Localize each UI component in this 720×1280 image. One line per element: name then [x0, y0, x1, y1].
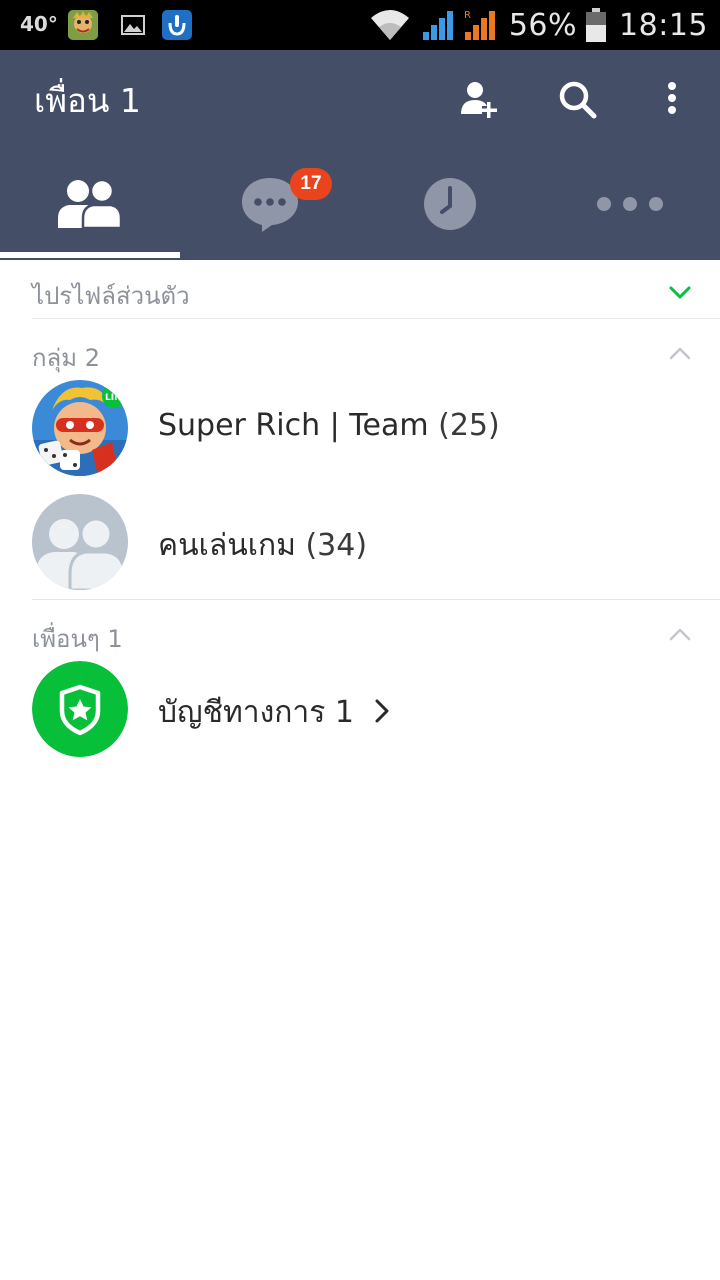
group-avatar-super-rich: LINE	[32, 380, 128, 476]
gallery-notification-icon	[118, 10, 148, 40]
tab-chats[interactable]	[180, 150, 360, 258]
more-horizontal-icon	[597, 197, 663, 211]
svg-text:R: R	[464, 10, 471, 21]
group-avatar-default	[32, 494, 128, 590]
roaming-signal-icon: R	[464, 10, 495, 40]
group-member-count: (34)	[305, 528, 368, 563]
temperature-text: 40°	[20, 12, 58, 36]
active-tab-indicator	[0, 252, 180, 258]
profile-section-header[interactable]: ไปรไฟล์ส่วนตัว	[0, 262, 720, 322]
clock-time: 18:15	[619, 7, 708, 43]
app-header: เพื่อน 1 17	[0, 50, 720, 260]
chevron-up-icon[interactable]	[668, 623, 692, 651]
status-bar: 40° R 56% 18:15	[0, 0, 720, 50]
page-title: เพื่อน 1	[34, 81, 141, 120]
groups-section-header[interactable]: กลุ่ม 2	[0, 324, 720, 384]
group-row-super-rich-team[interactable]: LINE Super Rich | Team (25)	[0, 380, 720, 492]
add-friend-button[interactable]	[458, 78, 502, 122]
divider	[32, 318, 720, 319]
add-friend-icon	[461, 82, 497, 118]
group-name-text: คนเล่นเกม	[158, 528, 296, 563]
divider	[32, 599, 720, 600]
chevron-up-icon[interactable]	[668, 342, 692, 370]
official-accounts-text: บัญชีทางการ 1	[158, 695, 354, 730]
groups-section-label: กลุ่ม 2	[32, 344, 100, 372]
friends-section-header[interactable]: เพื่อนๆ 1	[0, 605, 720, 665]
chevron-right-icon	[375, 699, 389, 723]
profile-section-label: ไปรไฟล์ส่วนตัว	[32, 282, 190, 310]
chevron-down-icon[interactable]	[668, 280, 692, 308]
friends-section-label: เพื่อนๆ 1	[32, 625, 123, 653]
group-name: คนเล่นเกม (34)	[158, 522, 367, 569]
unread-chats-badge: 17	[290, 168, 332, 200]
search-icon	[559, 81, 597, 119]
clock-icon	[424, 178, 476, 230]
official-account-avatar	[32, 661, 128, 757]
game-app-notification-icon	[68, 10, 98, 40]
group-member-count: (25)	[438, 408, 500, 443]
more-options-button[interactable]	[650, 78, 694, 122]
official-accounts-row[interactable]: บัญชีทางการ 1	[0, 661, 720, 773]
tab-friends[interactable]	[0, 150, 180, 258]
search-button[interactable]	[556, 78, 600, 122]
battery-icon	[586, 8, 607, 42]
official-accounts-label: บัญชีทางการ 1	[158, 689, 392, 736]
tab-more[interactable]	[540, 150, 720, 258]
wifi-icon	[370, 10, 409, 40]
signal-strength-icon	[422, 11, 453, 40]
more-vertical-icon	[668, 82, 676, 114]
group-name-text: Super Rich | Team	[158, 408, 429, 443]
friends-icon	[58, 178, 122, 230]
battery-percent: 56%	[508, 7, 578, 43]
tab-timeline[interactable]	[360, 150, 540, 258]
touchpal-notification-icon	[162, 10, 192, 40]
svg-text:LINE: LINE	[105, 393, 128, 403]
group-name: Super Rich | Team (25)	[158, 408, 500, 443]
group-row-gamers[interactable]: คนเล่นเกม (34)	[0, 494, 720, 606]
shield-star-icon	[32, 661, 128, 757]
